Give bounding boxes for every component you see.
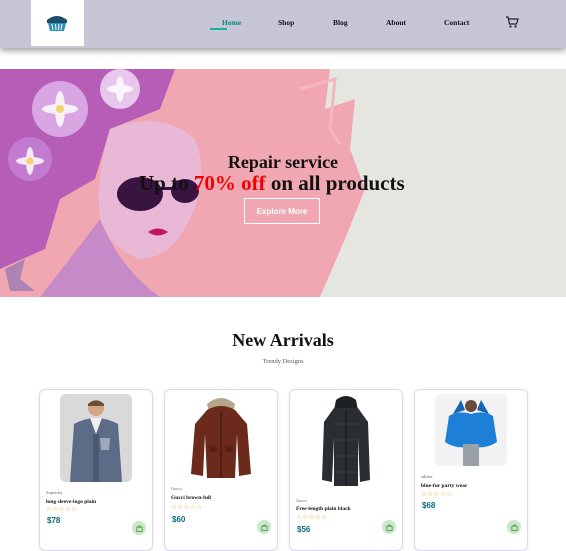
nav-contact[interactable]: Contact (444, 18, 469, 27)
product-brand: Gucci (171, 486, 182, 491)
site-header: Home Shop Blog About Contact (0, 0, 566, 48)
rating-stars: ☆☆☆☆☆ (171, 503, 203, 511)
logo[interactable] (31, 0, 84, 46)
nav-blog[interactable]: Blog (333, 18, 348, 27)
hero-subtitle: Repair service (227, 152, 339, 172)
hero-title-highlight: 70% off (193, 171, 266, 195)
shopping-bag-icon (135, 524, 143, 532)
product-name: Free-length plain black (296, 506, 351, 512)
rating-stars: ☆☆☆☆☆ (296, 513, 328, 521)
hero-title-prefix: Up to (139, 171, 189, 195)
product-card[interactable]: Gucci Gucci brown-full ☆☆☆☆☆ $60 (164, 389, 278, 551)
product-price: $68 (422, 501, 436, 510)
product-card[interactable]: Superdry long sleeve-logo plain ☆☆☆☆☆ $7… (39, 389, 153, 551)
shopping-bag-icon (510, 523, 518, 531)
explore-more-button[interactable]: Explore More (244, 198, 320, 224)
hero-title-suffix: on all products (270, 171, 405, 195)
black-puffer-photo (310, 394, 382, 490)
add-to-cart-button[interactable] (132, 521, 146, 535)
blue-fur-jacket-photo (435, 394, 507, 466)
add-to-cart-button[interactable] (382, 520, 396, 534)
brown-parka-photo (185, 394, 257, 480)
nav-active-indicator (210, 28, 227, 30)
product-brand: adidas (421, 474, 433, 479)
hero-banner: Repair service Up to 70% off on all prod… (0, 69, 566, 297)
hoodie-man-photo (60, 394, 132, 482)
cart-icon[interactable] (505, 15, 519, 29)
nav-home[interactable]: Home (222, 18, 241, 27)
hero-title: Up to 70% off on all products (139, 171, 405, 196)
product-brand: Gucci (296, 498, 307, 503)
product-name: Gucci brown-full (171, 495, 212, 501)
product-price: $56 (297, 525, 311, 534)
product-price: $60 (172, 515, 186, 524)
rating-stars: ☆☆☆☆☆ (421, 490, 453, 498)
add-to-cart-button[interactable] (507, 520, 521, 534)
add-to-cart-button[interactable] (257, 520, 271, 534)
section-title: New Arrivals (232, 330, 334, 350)
nav-about[interactable]: About (386, 18, 406, 27)
section-subtitle: Trendy Designs (262, 358, 304, 365)
rating-stars: ☆☆☆☆☆ (46, 505, 78, 513)
basket-logo-icon (47, 16, 67, 31)
product-card[interactable]: Gucci Free-length plain black ☆☆☆☆☆ $56 (289, 389, 403, 551)
product-brand: Superdry (46, 490, 63, 495)
shopping-bag-icon (385, 523, 393, 531)
product-name: blue-fur party wear (421, 483, 468, 489)
nav-shop[interactable]: Shop (278, 18, 294, 27)
product-card[interactable]: adidas blue-fur party wear ☆☆☆☆☆ $68 (414, 389, 528, 551)
shopping-bag-icon (260, 523, 268, 531)
product-price: $78 (47, 516, 61, 525)
